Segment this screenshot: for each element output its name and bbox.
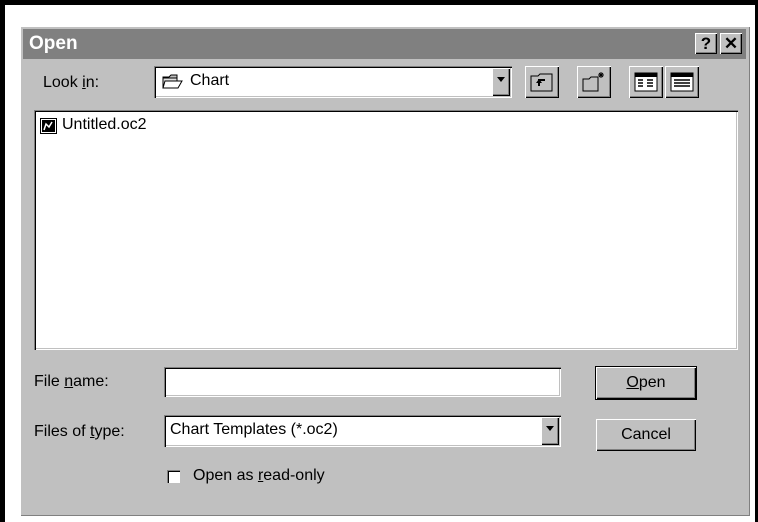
files-of-type-dropdown-button[interactable] [541, 417, 559, 445]
up-folder-icon [530, 73, 553, 92]
file-name-label-post: ame: [73, 373, 109, 390]
close-button[interactable]: ✕ [720, 33, 742, 54]
details-view-icon [670, 72, 694, 92]
look-in-combo[interactable]: Chart [154, 66, 512, 98]
file-list[interactable]: Untitled.oc2 [34, 110, 738, 350]
new-folder-icon [582, 72, 604, 92]
read-only-label[interactable]: Open as read-only [193, 467, 325, 485]
open-dialog: Open ? ✕ Look in: Chart Untitled.oc2 Fil… [20, 26, 750, 516]
files-of-type-label-pre: Files of [34, 423, 91, 440]
frame-edge-top [0, 0, 758, 5]
look-in-dropdown-button[interactable] [492, 68, 510, 96]
file-name-label: File name: [34, 373, 109, 391]
open-button-access: O [626, 374, 639, 391]
chart-file-icon [40, 118, 58, 139]
files-of-type-label-post: ype: [94, 423, 125, 440]
file-name-field[interactable] [164, 367, 561, 397]
list-view-button[interactable] [629, 66, 663, 98]
frame-edge-left [0, 0, 5, 522]
look-in-label: Look in: [43, 74, 99, 92]
open-button-rest: pen [638, 374, 666, 391]
read-only-label-post: ead-only [263, 467, 325, 484]
file-name-label: Untitled.oc2 [62, 116, 147, 133]
look-in-label-post: n: [85, 74, 100, 91]
read-only-checkbox[interactable] [167, 470, 180, 483]
open-button[interactable]: Open [596, 367, 696, 399]
title-bar[interactable]: Open ? ✕ [23, 29, 746, 59]
help-button[interactable]: ? [695, 33, 717, 54]
files-of-type-value: Chart Templates (*.oc2) [170, 421, 338, 438]
read-only-label-pre: Open as [193, 467, 258, 484]
up-one-level-button[interactable] [525, 66, 559, 98]
cancel-button[interactable]: Cancel [596, 419, 696, 451]
look-in-value: Chart [190, 72, 230, 89]
look-in-label-pre: Look [43, 74, 83, 91]
new-folder-button[interactable] [577, 66, 611, 98]
details-view-button[interactable] [665, 66, 699, 98]
folder-icon [162, 73, 184, 96]
file-name-label-pre: File [34, 373, 65, 390]
dialog-title: Open [29, 33, 78, 54]
files-of-type-label: Files of type: [34, 423, 125, 441]
list-view-icon [634, 72, 658, 92]
file-name-label-access: n [64, 373, 74, 390]
files-of-type-combo[interactable]: Chart Templates (*.oc2) [164, 415, 561, 447]
